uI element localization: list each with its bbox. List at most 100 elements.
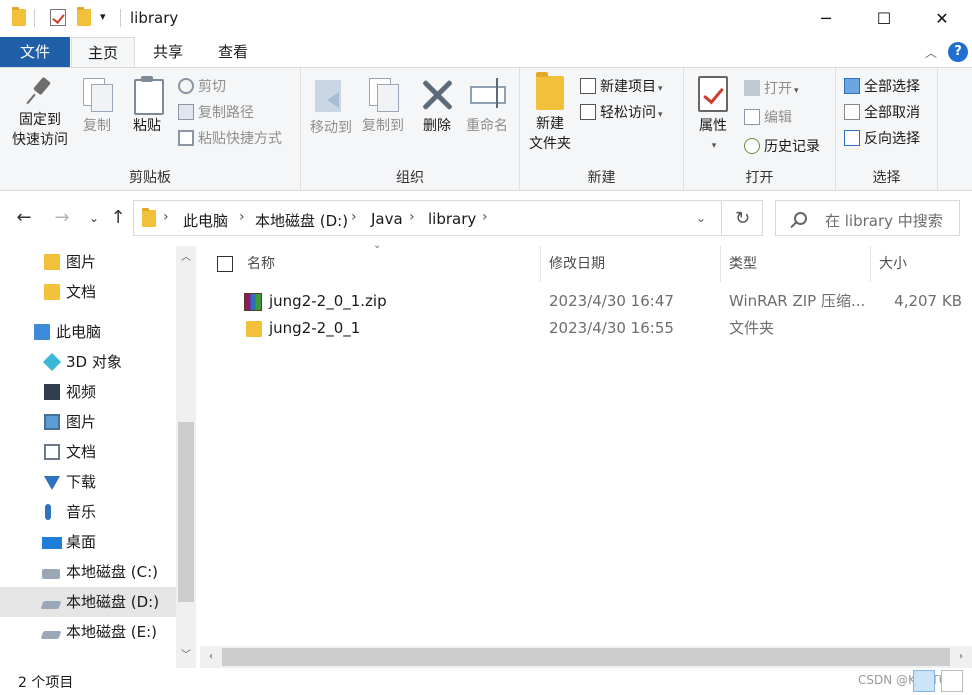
tab-home[interactable]: 主页: [71, 37, 135, 68]
column-type[interactable]: 类型: [721, 246, 871, 282]
table-row[interactable]: jung2-2_0_1.zip 2023/4/30 16:47 WinRAR Z…: [200, 288, 972, 315]
up-arrow-icon[interactable]: ↑: [106, 206, 130, 230]
rename-icon: [468, 76, 506, 112]
breadcrumb-java[interactable]: Java: [371, 210, 403, 228]
3d-objects-icon: [42, 352, 62, 372]
copy-button[interactable]: 复制: [78, 76, 116, 136]
chevron-right-icon[interactable]: ›: [409, 209, 415, 225]
select-none-icon: [844, 104, 860, 120]
select-all-button[interactable]: 全部选择: [844, 76, 920, 98]
scrollbar-thumb[interactable]: [178, 422, 194, 602]
search-box[interactable]: 在 library 中搜索: [775, 200, 960, 236]
move-to-button[interactable]: 移动到: [305, 76, 357, 138]
nav-item-drive-c[interactable]: 本地磁盘 (C:): [0, 557, 176, 587]
scroll-right-icon[interactable]: ›: [950, 646, 972, 668]
file-type: WinRAR ZIP 压缩...: [729, 292, 866, 310]
column-name[interactable]: 名称: [239, 246, 541, 282]
new-item-button[interactable]: 新建项目 ▾: [580, 76, 663, 98]
column-size[interactable]: 大小: [871, 246, 972, 282]
nav-item-music[interactable]: 音乐: [0, 497, 176, 527]
file-size: 4,207 KB: [894, 292, 962, 310]
nav-item-documents-quick[interactable]: 文档: [0, 277, 176, 307]
maximize-button[interactable]: ☐: [855, 0, 913, 36]
properties-button[interactable]: 属性 ▾: [692, 76, 734, 156]
back-arrow-icon[interactable]: ←: [12, 206, 36, 230]
zip-archive-icon: [244, 293, 262, 311]
select-all-checkbox[interactable]: [217, 256, 233, 272]
group-clipboard: 固定到 快速访问 复制 粘贴 剪切 复制路径 粘贴快捷方式 剪贴板: [0, 68, 301, 190]
collapse-ribbon-icon[interactable]: ︿: [925, 44, 937, 61]
new-folder-button[interactable]: 新建 文件夹: [524, 72, 576, 154]
separator: [34, 9, 35, 27]
recent-locations-chevron-icon[interactable]: ⌄: [82, 206, 106, 230]
large-icons-view-icon[interactable]: [941, 670, 963, 692]
tab-share[interactable]: 共享: [138, 37, 198, 67]
select-none-button[interactable]: 全部取消: [844, 102, 920, 124]
tab-file[interactable]: 文件: [0, 37, 70, 67]
history-button[interactable]: 历史记录: [744, 136, 820, 158]
copy-to-button[interactable]: 复制到: [357, 76, 409, 136]
cut-button[interactable]: 剪切: [178, 76, 226, 98]
paste-shortcut-button[interactable]: 粘贴快捷方式: [178, 128, 282, 150]
edit-button[interactable]: 编辑: [744, 107, 792, 129]
copy-icon: [81, 76, 113, 112]
paste-button[interactable]: 粘贴: [128, 76, 166, 136]
easy-access-button[interactable]: 轻松访问 ▾: [580, 102, 663, 124]
search-input[interactable]: 在 library 中搜索: [825, 210, 943, 231]
address-dropdown-icon[interactable]: ⌄: [696, 211, 706, 225]
table-row[interactable]: jung2-2_0_1 2023/4/30 16:55 文件夹: [200, 315, 972, 342]
scrollbar-thumb[interactable]: [222, 648, 950, 666]
rename-button[interactable]: 重命名: [461, 76, 513, 136]
breadcrumb-library[interactable]: library: [428, 210, 476, 228]
nav-pane-scrollbar[interactable]: ︿ ﹀: [176, 246, 196, 668]
breadcrumb-drive-d[interactable]: 本地磁盘 (D:): [255, 210, 348, 231]
open-button[interactable]: 打开 ▾: [744, 78, 799, 100]
group-organize: 移动到 复制到 删除 重命名 组织: [301, 68, 520, 190]
select-all-icon: [844, 78, 860, 94]
details-view-icon[interactable]: [913, 670, 935, 692]
file-name: jung2-2_0_1: [269, 319, 361, 337]
window-title: library: [130, 9, 179, 27]
forward-arrow-icon[interactable]: →: [50, 206, 74, 230]
new-folder-qat-icon[interactable]: [77, 7, 91, 30]
nav-item-desktop[interactable]: 桌面: [0, 527, 176, 557]
paste-shortcut-icon: [178, 130, 194, 146]
pictures-icon: [44, 414, 60, 430]
minimize-button[interactable]: ─: [797, 0, 855, 36]
file-type: 文件夹: [729, 319, 775, 337]
scroll-up-icon[interactable]: ︿: [176, 248, 196, 268]
nav-item-this-pc[interactable]: 此电脑: [0, 317, 176, 347]
chevron-right-icon[interactable]: ›: [163, 209, 169, 225]
nav-item-downloads[interactable]: 下载: [0, 467, 176, 497]
ribbon: 固定到 快速访问 复制 粘贴 剪切 复制路径 粘贴快捷方式 剪贴板 移动到 复制: [0, 67, 972, 191]
scroll-down-icon[interactable]: ﹀: [176, 646, 196, 666]
nav-item-drive-d[interactable]: 本地磁盘 (D:): [0, 587, 176, 617]
nav-item-pictures-quick[interactable]: 图片: [0, 247, 176, 277]
address-bar[interactable]: › 此电脑 › 本地磁盘 (D:) › Java › library › ⌄: [133, 200, 722, 236]
nav-item-drive-e[interactable]: 本地磁盘 (E:): [0, 617, 176, 647]
tab-view[interactable]: 查看: [203, 37, 263, 67]
chevron-right-icon[interactable]: ›: [482, 209, 488, 225]
qat-dropdown-icon[interactable]: ▾: [100, 10, 106, 23]
copy-path-button[interactable]: 复制路径: [178, 102, 254, 124]
breadcrumb-this-pc[interactable]: 此电脑: [183, 210, 228, 231]
ribbon-tabs: 文件 主页 共享 查看 ︿ ?: [0, 37, 972, 68]
help-icon[interactable]: ?: [948, 42, 968, 62]
file-list-horizontal-scrollbar[interactable]: ‹ ›: [200, 646, 972, 668]
group-label-open: 打开: [745, 170, 774, 186]
nav-item-3d-objects[interactable]: 3D 对象: [0, 347, 176, 377]
search-icon: [794, 212, 807, 225]
properties-qat-icon[interactable]: [50, 9, 66, 30]
nav-item-videos[interactable]: 视频: [0, 377, 176, 407]
refresh-button[interactable]: ↻: [723, 200, 763, 236]
delete-button[interactable]: 删除: [417, 76, 457, 136]
close-button[interactable]: ✕: [913, 0, 971, 36]
scroll-left-icon[interactable]: ‹: [200, 646, 222, 668]
chevron-right-icon[interactable]: ›: [239, 209, 245, 225]
invert-selection-button[interactable]: 反向选择: [844, 128, 920, 150]
nav-item-pictures[interactable]: 图片: [0, 407, 176, 437]
column-modified[interactable]: 修改日期: [541, 246, 721, 282]
chevron-right-icon[interactable]: ›: [351, 209, 357, 225]
pin-quick-access-button[interactable]: 固定到 快速访问: [8, 76, 72, 150]
nav-item-documents[interactable]: 文档: [0, 437, 176, 467]
